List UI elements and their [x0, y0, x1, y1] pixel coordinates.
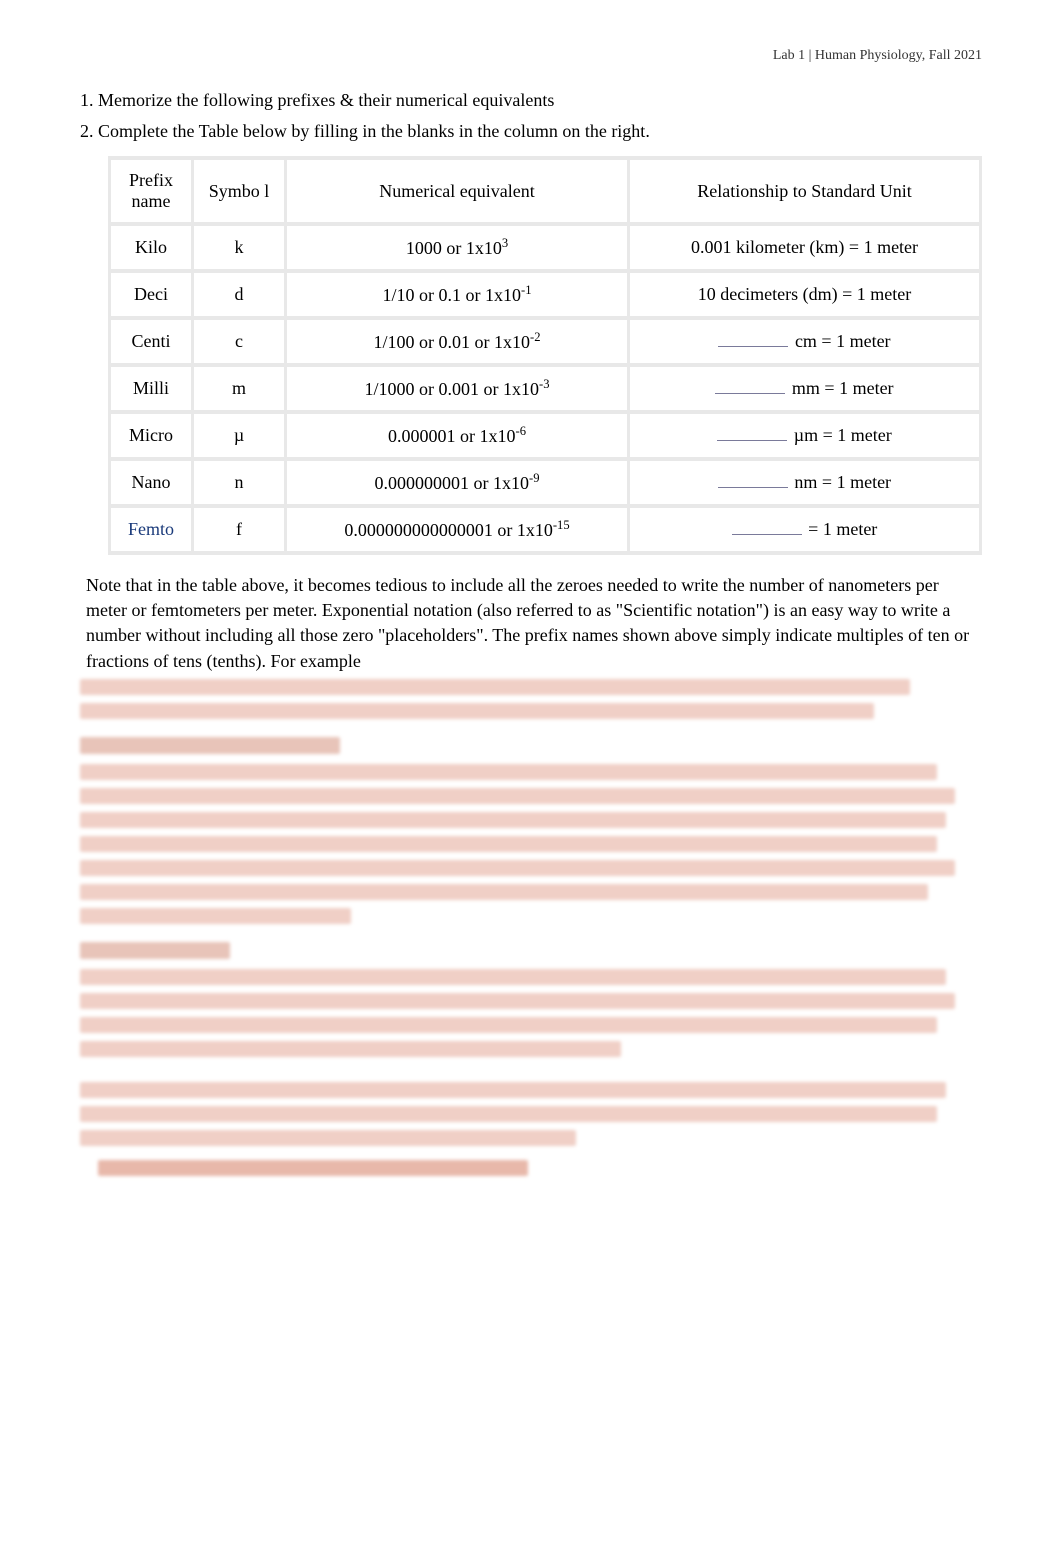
cell-prefix: Kilo — [111, 226, 191, 269]
fill-blank[interactable] — [718, 487, 788, 488]
table-row: Centic1/100 or 0.01 or 1x10-2 cm = 1 met… — [111, 320, 979, 363]
cell-relationship: µm = 1 meter — [630, 414, 979, 457]
table-row: Decid1/10 or 0.1 or 1x10-110 decimeters … — [111, 273, 979, 316]
table-row: Femtof0.000000000000001 or 1x10-15 = 1 m… — [111, 508, 979, 551]
instruction-1: 1. Memorize the following prefixes & the… — [80, 90, 982, 111]
cell-symbol: n — [194, 461, 284, 504]
cell-numeric: 0.000000001 or 1x10-9 — [287, 461, 627, 504]
table-row: Microµ0.000001 or 1x10-6 µm = 1 meter — [111, 414, 979, 457]
page-content: 1. Memorize the following prefixes & the… — [0, 0, 1062, 1176]
exponent: -1 — [521, 283, 532, 297]
header-numeric: Numerical equivalent — [287, 160, 627, 222]
cell-prefix: Centi — [111, 320, 191, 363]
table-row: Kilok1000 or 1x1030.001 kilometer (km) =… — [111, 226, 979, 269]
page-header: Lab 1 | Human Physiology, Fall 2021 — [773, 48, 982, 64]
exponent: -6 — [516, 424, 527, 438]
table-header-row: Prefix name Symbo l Numerical equivalent… — [111, 160, 979, 222]
fill-blank[interactable] — [718, 346, 788, 347]
cell-relationship: mm = 1 meter — [630, 367, 979, 410]
cell-prefix: Micro — [111, 414, 191, 457]
cell-prefix: Deci — [111, 273, 191, 316]
fill-blank[interactable] — [732, 534, 802, 535]
cell-relationship: = 1 meter — [630, 508, 979, 551]
fill-blank[interactable] — [717, 440, 787, 441]
prefix-table: Prefix name Symbo l Numerical equivalent… — [108, 156, 982, 555]
cell-numeric: 1/1000 or 0.001 or 1x10-3 — [287, 367, 627, 410]
exponent: -3 — [539, 377, 550, 391]
cell-symbol: c — [194, 320, 284, 363]
cell-prefix: Milli — [111, 367, 191, 410]
prefix-table-wrap: Prefix name Symbo l Numerical equivalent… — [108, 156, 982, 555]
table-body: Kilok1000 or 1x1030.001 kilometer (km) =… — [111, 226, 979, 551]
header-prefix: Prefix name — [111, 160, 191, 222]
cell-symbol: f — [194, 508, 284, 551]
cell-relationship: nm = 1 meter — [630, 461, 979, 504]
cell-symbol: k — [194, 226, 284, 269]
cell-prefix: Femto — [111, 508, 191, 551]
cell-numeric: 1/100 or 0.01 or 1x10-2 — [287, 320, 627, 363]
cell-relationship: cm = 1 meter — [630, 320, 979, 363]
fill-blank[interactable] — [715, 393, 785, 394]
note-paragraph: Note that in the table above, it becomes… — [86, 573, 982, 674]
exponent: -15 — [553, 518, 570, 532]
header-symbol: Symbo l — [194, 160, 284, 222]
blurred-content — [80, 679, 982, 1176]
cell-symbol: m — [194, 367, 284, 410]
instruction-2: 2. Complete the Table below by filling i… — [80, 121, 982, 142]
cell-symbol: µ — [194, 414, 284, 457]
cell-relationship: 0.001 kilometer (km) = 1 meter — [630, 226, 979, 269]
cell-numeric: 0.000001 or 1x10-6 — [287, 414, 627, 457]
instructions-list: 1. Memorize the following prefixes & the… — [80, 90, 982, 142]
header-relationship: Relationship to Standard Unit — [630, 160, 979, 222]
exponent: -9 — [529, 471, 540, 485]
cell-relationship: 10 decimeters (dm) = 1 meter — [630, 273, 979, 316]
cell-numeric: 0.000000000000001 or 1x10-15 — [287, 508, 627, 551]
exponent: 3 — [502, 236, 508, 250]
cell-numeric: 1000 or 1x103 — [287, 226, 627, 269]
cell-prefix: Nano — [111, 461, 191, 504]
table-row: Millim1/1000 or 0.001 or 1x10-3 mm = 1 m… — [111, 367, 979, 410]
exponent: -2 — [530, 330, 541, 344]
table-row: Nanon0.000000001 or 1x10-9 nm = 1 meter — [111, 461, 979, 504]
cell-symbol: d — [194, 273, 284, 316]
cell-numeric: 1/10 or 0.1 or 1x10-1 — [287, 273, 627, 316]
